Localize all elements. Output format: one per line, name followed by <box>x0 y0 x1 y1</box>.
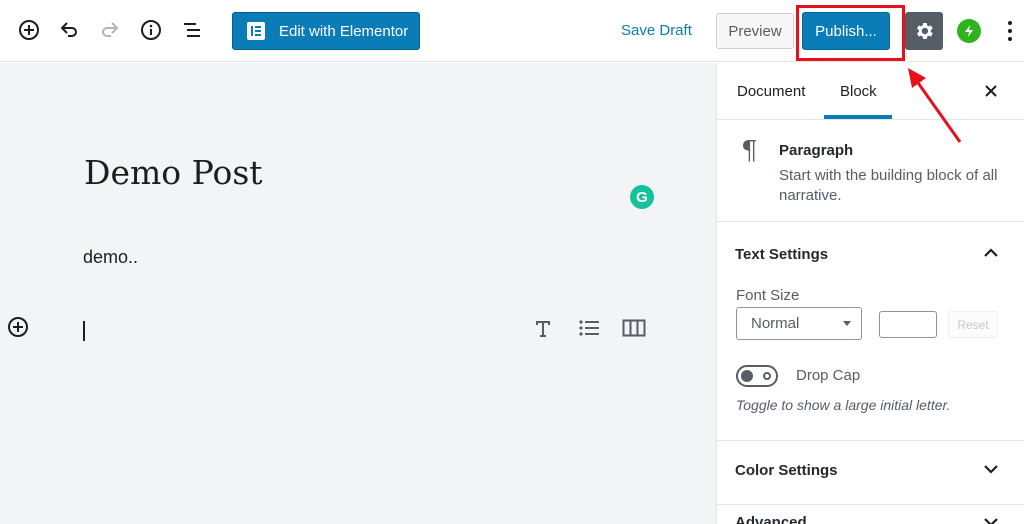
save-draft-button[interactable]: Save Draft <box>621 22 692 39</box>
block-description: Start with the building block of all nar… <box>779 167 998 204</box>
annotation-arrow <box>908 68 962 143</box>
more-vertical-icon[interactable] <box>1000 19 1020 43</box>
publish-highlight-box <box>796 5 905 61</box>
sidebar-tabs: Document Block <box>717 63 1024 120</box>
info-icon[interactable] <box>138 17 164 43</box>
chevron-up-icon[interactable] <box>983 245 999 261</box>
grammarly-icon[interactable]: G <box>630 185 654 209</box>
settings-button[interactable] <box>905 12 943 50</box>
gear-icon <box>917 23 933 39</box>
chevron-down-icon <box>843 321 851 326</box>
tab-document[interactable]: Document <box>737 83 805 100</box>
text-cursor <box>83 321 85 341</box>
paragraph-block[interactable]: demo.. <box>83 247 138 268</box>
font-size-select[interactable]: Normal <box>736 307 862 340</box>
drop-cap-toggle[interactable] <box>736 365 778 387</box>
drop-cap-label: Drop Cap <box>796 367 861 384</box>
post-title[interactable]: Demo Post <box>84 153 263 192</box>
block-card: ¶ Paragraph Start with the building bloc… <box>717 120 1024 222</box>
settings-sidebar: Document Block ¶ Paragraph Start with th… <box>716 63 1024 524</box>
outline-icon[interactable] <box>179 17 205 43</box>
jetpack-icon[interactable] <box>957 19 981 43</box>
custom-font-size-input[interactable] <box>879 311 937 338</box>
close-icon[interactable] <box>981 81 1001 101</box>
list-icon[interactable] <box>577 316 601 340</box>
reset-button[interactable]: Reset <box>948 311 998 338</box>
color-settings-panel[interactable]: Color Settings <box>717 441 1024 505</box>
font-size-value: Normal <box>751 315 800 332</box>
add-block-icon[interactable] <box>16 17 42 43</box>
chevron-down-icon <box>984 465 998 474</box>
block-name: Paragraph <box>779 142 854 159</box>
elementor-button-label: Edit with Elementor <box>279 22 409 40</box>
editor-canvas: Demo Post G demo.. <box>0 63 716 524</box>
tab-block[interactable]: Block <box>840 83 877 100</box>
edit-with-elementor-button[interactable]: Edit with Elementor <box>232 12 420 50</box>
advanced-panel[interactable]: Advanced <box>717 505 1024 524</box>
pilcrow-icon: ¶ <box>741 136 758 166</box>
advanced-title: Advanced <box>735 514 807 524</box>
inline-add-block-icon[interactable] <box>7 316 29 338</box>
chevron-down-icon <box>984 518 998 524</box>
heading-icon[interactable] <box>531 316 555 340</box>
text-settings-panel: Text Settings Font Size Normal Reset Dro… <box>717 222 1024 441</box>
text-settings-toggle[interactable]: Text Settings <box>735 246 828 263</box>
preview-button[interactable]: Preview <box>716 13 794 49</box>
active-tab-indicator <box>824 115 892 119</box>
color-settings-title: Color Settings <box>735 462 838 479</box>
columns-icon[interactable] <box>622 316 646 340</box>
elementor-icon <box>247 22 265 40</box>
redo-icon[interactable] <box>97 17 123 43</box>
undo-icon[interactable] <box>56 17 82 43</box>
drop-cap-help: Toggle to show a large initial letter. <box>736 397 951 413</box>
editor-toolbar: Edit with Elementor Save Draft Preview P… <box>0 0 1024 62</box>
font-size-label: Font Size <box>736 287 800 304</box>
